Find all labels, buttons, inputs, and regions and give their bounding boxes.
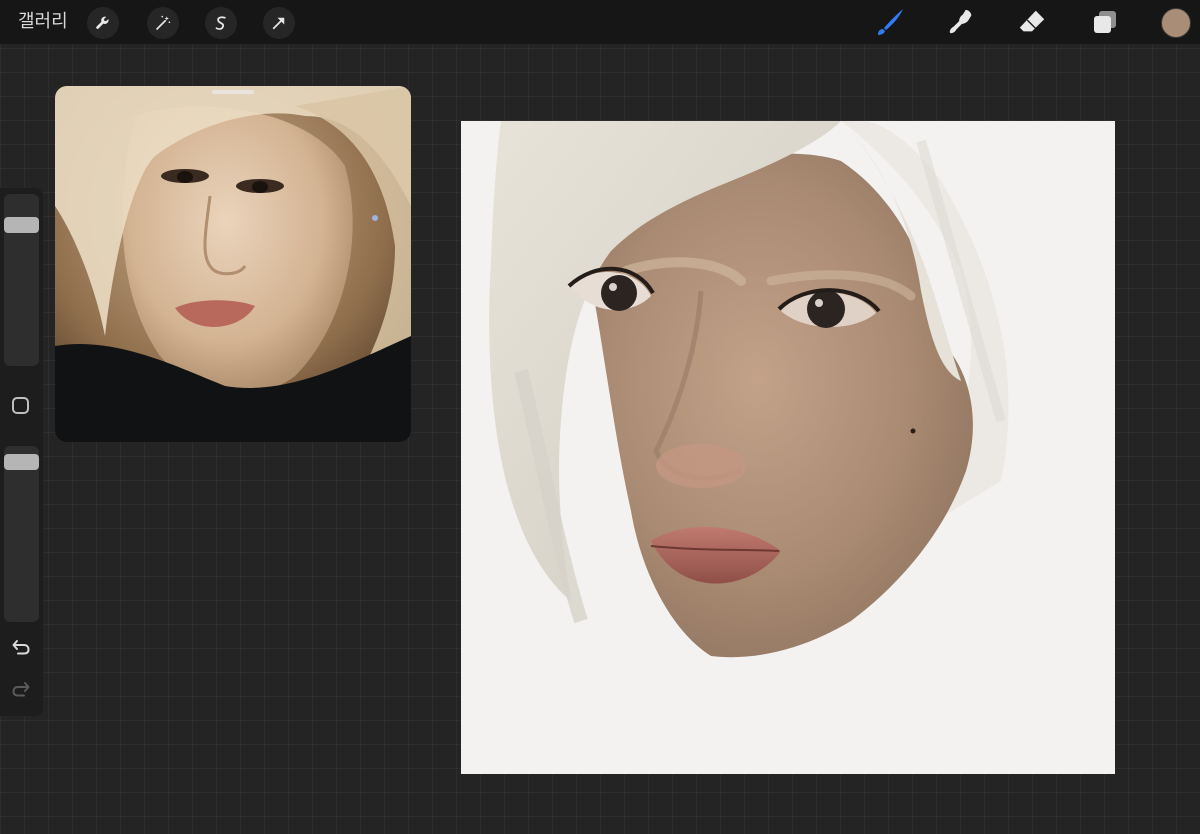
redo-icon[interactable] bbox=[9, 677, 33, 701]
actions-wrench-icon[interactable] bbox=[87, 7, 119, 39]
layers-icon[interactable] bbox=[1087, 4, 1123, 40]
opacity-slider[interactable] bbox=[4, 446, 39, 622]
brush-size-thumb[interactable] bbox=[4, 217, 39, 233]
left-sidebar bbox=[0, 188, 43, 716]
drawing-canvas[interactable] bbox=[461, 121, 1115, 774]
eraser-icon[interactable] bbox=[1014, 4, 1050, 40]
smudge-icon[interactable] bbox=[943, 4, 979, 40]
transform-arrow-icon[interactable] bbox=[263, 7, 295, 39]
reference-panel[interactable] bbox=[55, 86, 411, 442]
color-swatch[interactable] bbox=[1161, 8, 1191, 38]
undo-icon[interactable] bbox=[9, 635, 33, 659]
adjustments-magic-wand-icon[interactable] bbox=[147, 7, 179, 39]
modify-button[interactable] bbox=[12, 397, 29, 414]
top-toolbar: 갤러리 bbox=[0, 0, 1200, 44]
brush-size-slider[interactable] bbox=[4, 194, 39, 366]
brush-icon[interactable] bbox=[872, 4, 908, 40]
reference-photo bbox=[55, 86, 411, 442]
reference-drag-handle[interactable] bbox=[212, 90, 254, 94]
canvas-painting bbox=[461, 121, 1115, 774]
opacity-thumb[interactable] bbox=[4, 454, 39, 470]
selection-s-icon[interactable] bbox=[205, 7, 237, 39]
gallery-button[interactable]: 갤러리 bbox=[18, 10, 68, 34]
